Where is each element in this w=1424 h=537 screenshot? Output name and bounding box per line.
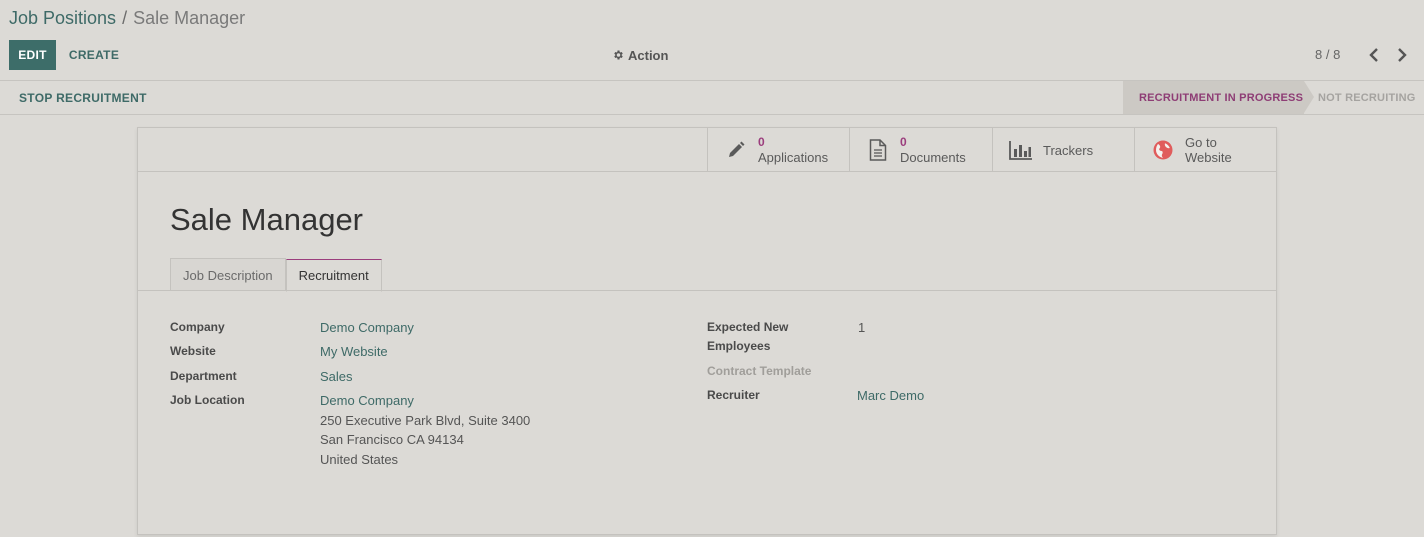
pager-value[interactable]: 8 / 8 [1315, 40, 1340, 70]
smart-button-box: 0 Applications 0 Documents Trackers Go t… [138, 128, 1276, 172]
action-menu-button[interactable]: Action [612, 40, 668, 70]
stage-label: NOT RECRUITING [1318, 91, 1416, 104]
globe-icon [1151, 138, 1175, 162]
edit-button[interactable]: EDIT [9, 40, 56, 70]
trackers-label: Trackers [1043, 142, 1094, 158]
department-label: Department [170, 369, 237, 383]
statusbar: STOP RECRUITMENT RECRUITMENT IN PROGRESS… [0, 81, 1424, 115]
gear-icon [614, 50, 623, 60]
breadcrumb-job-positions-link[interactable]: Job Positions [9, 8, 116, 28]
go-to-website-button[interactable]: Go to Website [1134, 128, 1276, 172]
document-icon [866, 138, 890, 162]
website-label: Website [1185, 150, 1232, 165]
notebook-tabs: Job Description Recruitment [170, 258, 382, 292]
pencil-icon [724, 138, 748, 162]
breadcrumb: Job Positions / Sale Manager [9, 7, 245, 29]
applications-button[interactable]: 0 Applications [707, 128, 850, 172]
go-to-label: Go to [1185, 135, 1217, 150]
bar-chart-icon [1009, 138, 1033, 162]
department-value[interactable]: Sales [320, 367, 353, 386]
tab-job-description[interactable]: Job Description [170, 258, 286, 291]
chevron-left-icon [1369, 48, 1378, 62]
expected-employees-label-line2: Employees [707, 339, 771, 353]
website-field-label: Website [170, 344, 216, 358]
applications-label: Applications [758, 150, 829, 165]
expected-employees-value: 1 [858, 320, 866, 335]
job-location-name[interactable]: Demo Company [320, 391, 414, 410]
chevron-right-icon [1398, 48, 1407, 62]
action-menu-label: Action [628, 47, 669, 63]
record-title: Sale Manager [170, 202, 364, 237]
expected-employees-label-line1: Expected New [707, 320, 789, 334]
stage-label: RECRUITMENT IN PROGRESS [1139, 91, 1304, 104]
pager-previous-button[interactable] [1363, 44, 1385, 66]
tabs-divider [138, 290, 1276, 291]
website-field-value[interactable]: My Website [320, 342, 388, 361]
job-location-country: United States [320, 452, 399, 467]
stage-not-recruiting[interactable]: NOT RECRUITING [1310, 81, 1420, 114]
stop-recruitment-button[interactable]: STOP RECRUITMENT [9, 81, 157, 114]
stage-recruitment-in-progress[interactable]: RECRUITMENT IN PROGRESS [1123, 81, 1314, 114]
breadcrumb-current: Sale Manager [133, 8, 246, 28]
pager-next-button[interactable] [1391, 44, 1413, 66]
applications-count: 0 [758, 135, 765, 149]
contract-template-label: Contract Template [707, 364, 812, 378]
create-button[interactable]: CREATE [60, 40, 128, 70]
job-location-city: San Francisco CA 94134 [320, 432, 464, 447]
control-panel: Job Positions / Sale Manager EDIT CREATE A… [0, 0, 1424, 81]
documents-label: Documents [900, 150, 966, 165]
tab-recruitment[interactable]: Recruitment [285, 259, 382, 292]
documents-button[interactable]: 0 Documents [849, 128, 992, 172]
company-label: Company [170, 320, 225, 334]
form-sheet: 0 Applications 0 Documents Trackers Go t… [137, 127, 1277, 535]
documents-count: 0 [900, 135, 907, 149]
job-location-street: 250 Executive Park Blvd, Suite 3400 [320, 413, 531, 428]
company-value[interactable]: Demo Company [320, 318, 414, 337]
breadcrumb-separator: / [122, 8, 128, 28]
trackers-button[interactable]: Trackers [992, 128, 1135, 172]
job-location-label: Job Location [170, 393, 245, 407]
recruiter-label: Recruiter [707, 388, 760, 402]
recruiter-value[interactable]: Marc Demo [857, 386, 924, 405]
